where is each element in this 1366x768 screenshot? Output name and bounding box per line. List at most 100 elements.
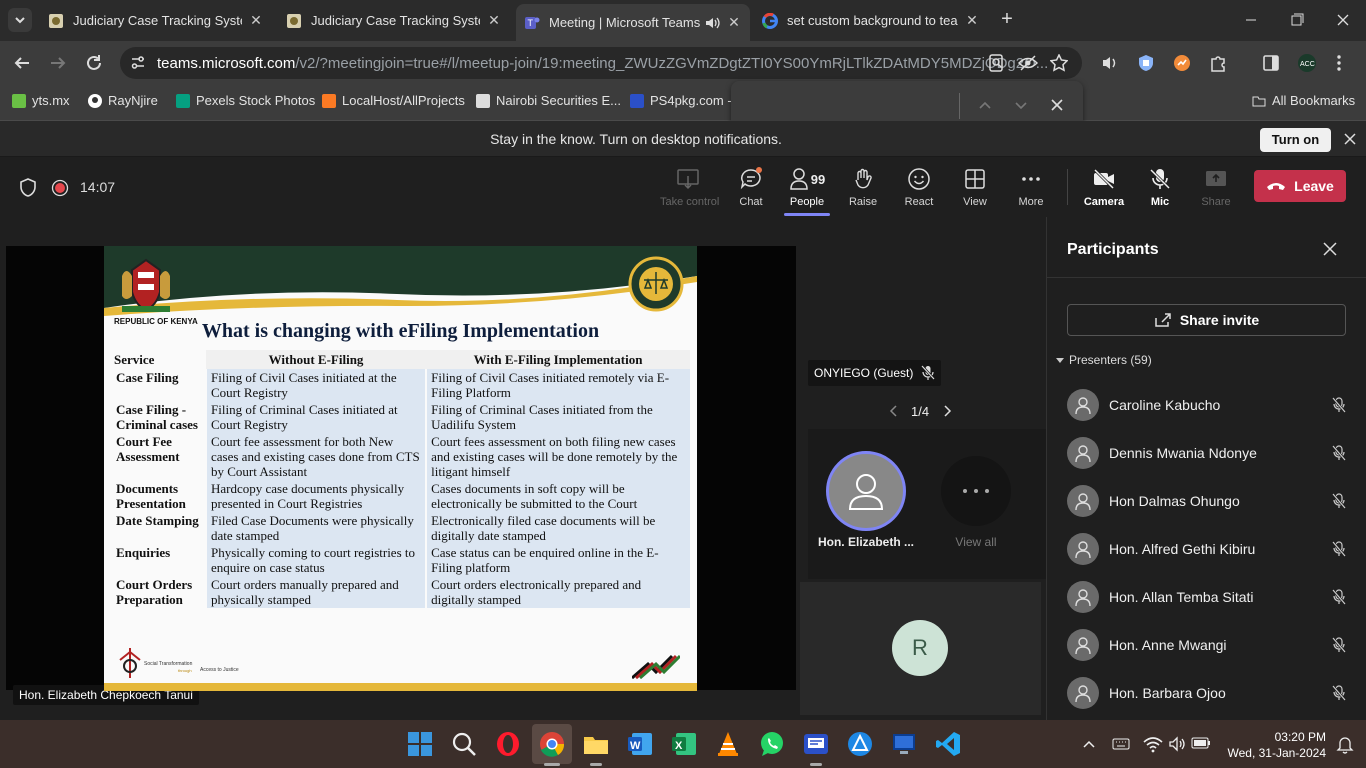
participant-row[interactable]: Caroline Kabucho xyxy=(1067,383,1347,427)
site-settings-icon[interactable] xyxy=(129,54,147,72)
tab-judiciary-2[interactable]: Judiciary Case Tracking System ✕ xyxy=(278,6,510,35)
speaker-avatar[interactable] xyxy=(826,451,906,531)
windows-start-icon[interactable] xyxy=(406,730,434,758)
people-button[interactable]: 99 People xyxy=(779,167,835,216)
vscode-icon[interactable] xyxy=(934,730,962,758)
chevron-right-icon[interactable] xyxy=(942,404,954,418)
recording-icon xyxy=(51,179,69,197)
chevron-left-icon[interactable] xyxy=(887,404,899,418)
keyboard-icon[interactable] xyxy=(1112,736,1130,752)
bookmark-raynjire[interactable]: RayNjire xyxy=(88,93,158,108)
tab-google-search[interactable]: set custom background to team ✕ xyxy=(754,6,988,35)
bookmark-nse[interactable]: Nairobi Securities E... xyxy=(476,93,621,108)
teams-taskbar-icon[interactable] xyxy=(802,730,830,758)
participant-row[interactable]: Hon. Anne Mwangi xyxy=(1067,623,1347,667)
avatar xyxy=(1067,389,1099,421)
eye-off-icon[interactable] xyxy=(1018,54,1038,72)
media-control-icon[interactable] xyxy=(1101,54,1119,72)
app-store-icon[interactable] xyxy=(846,730,874,758)
react-button[interactable]: React xyxy=(891,167,947,208)
new-tab-button[interactable]: + xyxy=(996,8,1018,30)
orange-extension-icon[interactable] xyxy=(1173,54,1191,72)
wifi-icon[interactable] xyxy=(1143,735,1163,753)
extensions-puzzle-icon[interactable] xyxy=(1209,54,1227,72)
word-icon[interactable]: W xyxy=(626,730,654,758)
forward-arrow-icon[interactable] xyxy=(49,54,67,72)
chevron-down-icon xyxy=(15,17,25,24)
presenters-section-toggle[interactable]: Presenters (59) xyxy=(1055,353,1152,367)
chat-button[interactable]: Chat xyxy=(723,167,779,208)
participant-row[interactable]: Hon. Allan Temba Sitati xyxy=(1067,575,1347,619)
remote-desktop-icon[interactable] xyxy=(890,730,918,758)
participant-row[interactable]: Hon Dalmas Ohungo xyxy=(1067,479,1347,523)
close-tab-icon[interactable]: ✕ xyxy=(726,14,742,31)
camera-button[interactable]: Camera xyxy=(1076,167,1132,208)
share-button[interactable]: Share xyxy=(1188,167,1244,208)
volume-icon[interactable] xyxy=(1168,735,1186,753)
minimize-window-button[interactable] xyxy=(1236,10,1266,30)
notification-bell-icon[interactable] xyxy=(1336,736,1354,754)
restore-window-button[interactable] xyxy=(1282,10,1312,30)
tab-search-button[interactable] xyxy=(8,8,32,32)
turn-on-notifications-button[interactable]: Turn on xyxy=(1260,128,1331,152)
chevron-down-icon[interactable] xyxy=(1013,97,1029,113)
participant-row[interactable]: Dennis Mwania Ndonye xyxy=(1067,431,1347,475)
mic-off-icon xyxy=(1332,589,1346,605)
close-icon[interactable] xyxy=(1323,242,1337,256)
close-tab-icon[interactable]: ✕ xyxy=(248,12,264,29)
close-window-button[interactable] xyxy=(1328,10,1358,30)
tab-judiciary-1[interactable]: Judiciary Case Tracking System ✕ xyxy=(40,6,272,35)
close-tab-icon[interactable]: ✕ xyxy=(964,12,980,29)
reload-icon[interactable] xyxy=(85,54,103,72)
system-clock[interactable]: 03:20 PM Wed, 31-Jan-2024 xyxy=(1220,729,1326,761)
file-explorer-icon[interactable] xyxy=(582,730,610,758)
battery-icon[interactable] xyxy=(1191,736,1211,750)
bookmark-yts[interactable]: yts.mx xyxy=(12,93,70,108)
address-bar[interactable]: teams.microsoft.com/v2/?meetingjoin=true… xyxy=(120,47,1082,79)
chevron-up-icon[interactable] xyxy=(1082,737,1096,751)
share-invite-button[interactable]: Share invite xyxy=(1067,304,1346,336)
more-options-button[interactable]: More xyxy=(1003,167,1059,208)
find-input[interactable] xyxy=(743,91,955,121)
side-panel-icon[interactable] xyxy=(1262,54,1280,72)
opera-icon[interactable] xyxy=(494,730,522,758)
tab-teams-meeting[interactable]: T Meeting | Microsoft Teams ✕ xyxy=(516,4,750,41)
bookmark-star-icon[interactable] xyxy=(1050,54,1068,72)
participant-row[interactable]: Hon. Barbara Ojoo xyxy=(1067,671,1347,715)
bookmark-label: Pexels Stock Photos xyxy=(196,93,316,108)
more-label: More xyxy=(1018,196,1044,208)
take-control-button[interactable]: Take control xyxy=(660,167,719,208)
avatar xyxy=(1067,677,1099,709)
vlc-icon[interactable] xyxy=(714,730,742,758)
view-all-button[interactable] xyxy=(941,456,1011,526)
bookmark-pexels[interactable]: Pexels Stock Photos xyxy=(176,93,315,108)
all-bookmarks-button[interactable]: All Bookmarks xyxy=(1252,93,1355,108)
bookmark-ps4pkg[interactable]: PS4pkg.com - I xyxy=(630,93,739,108)
chrome-menu-icon[interactable] xyxy=(1330,54,1348,72)
mic-button[interactable]: Mic xyxy=(1132,167,1188,208)
leave-button[interactable]: Leave xyxy=(1254,170,1346,202)
without-efiling-cell: Filing of Civil Cases initiated at the C… xyxy=(204,369,427,401)
panel-title: Participants xyxy=(1067,241,1159,258)
close-icon[interactable] xyxy=(1343,132,1357,146)
find-in-page-icon[interactable] xyxy=(987,54,1005,72)
audio-playing-icon xyxy=(706,17,720,28)
bookmark-localhost[interactable]: LocalHost/AllProjects xyxy=(322,93,465,108)
participant-name: Caroline Kabucho xyxy=(1109,397,1221,413)
view-button[interactable]: View xyxy=(947,167,1003,208)
table-row: Enquiries Physically coming to court regi… xyxy=(112,544,690,576)
close-icon[interactable] xyxy=(1049,97,1065,113)
whatsapp-icon[interactable] xyxy=(758,730,786,758)
chevron-up-icon[interactable] xyxy=(977,97,993,113)
excel-icon[interactable]: X xyxy=(670,730,698,758)
participant-tile-r[interactable]: R xyxy=(800,582,1041,715)
close-tab-icon[interactable]: ✕ xyxy=(486,12,502,29)
back-arrow-icon[interactable] xyxy=(13,54,31,72)
profile-avatar-icon[interactable]: ACC xyxy=(1296,54,1318,72)
search-icon[interactable] xyxy=(450,730,478,758)
raise-hand-button[interactable]: Raise xyxy=(835,167,891,208)
shield-icon[interactable] xyxy=(19,178,37,198)
chrome-icon[interactable] xyxy=(538,730,566,758)
participant-row[interactable]: Hon. Alfred Gethi Kibiru xyxy=(1067,527,1347,571)
shield-extension-icon[interactable] xyxy=(1137,54,1155,72)
